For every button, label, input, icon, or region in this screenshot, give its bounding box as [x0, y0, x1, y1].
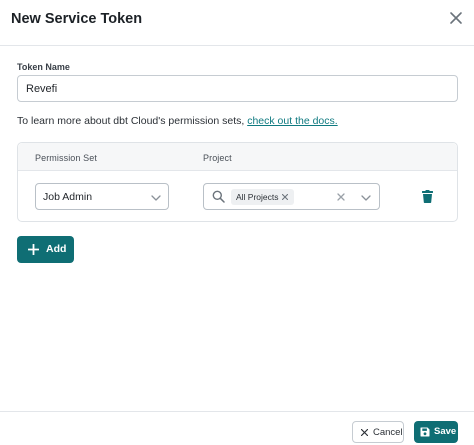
permission-set-value: Job Admin: [43, 191, 93, 203]
add-permission-button[interactable]: Add: [17, 236, 74, 263]
modal-header: New Service Token: [0, 0, 474, 46]
permission-table-header: Permission Set Project: [18, 143, 457, 171]
new-service-token-modal: New Service Token Token Name To learn mo…: [0, 0, 474, 445]
modal-footer: Cancel Save: [0, 411, 474, 445]
docs-help-text: To learn more about dbt Cloud's permissi…: [17, 115, 338, 127]
add-button-label: Add: [46, 243, 67, 255]
project-chip-label: All Projects: [236, 192, 279, 202]
cancel-button-label: Cancel: [373, 427, 403, 438]
permission-set-select[interactable]: Job Admin: [35, 183, 169, 210]
save-icon: [420, 427, 430, 437]
column-header-project: Project: [203, 153, 232, 163]
save-button[interactable]: Save: [414, 421, 458, 443]
permission-table: Permission Set Project Job Admin All Pro…: [17, 142, 458, 222]
search-icon: [212, 190, 225, 203]
trash-icon[interactable]: [422, 190, 433, 203]
token-name-input[interactable]: [17, 75, 458, 102]
project-select[interactable]: All Projects: [203, 183, 380, 210]
clear-icon[interactable]: [337, 193, 345, 201]
token-name-label: Token Name: [17, 62, 70, 72]
close-icon[interactable]: [449, 11, 463, 25]
modal-title: New Service Token: [11, 11, 143, 27]
docs-help-prefix: To learn more about dbt Cloud's permissi…: [17, 115, 248, 127]
remove-chip-icon[interactable]: [282, 194, 288, 200]
plus-icon: [28, 244, 39, 255]
project-chip: All Projects: [231, 189, 294, 205]
cancel-button[interactable]: Cancel: [352, 421, 404, 443]
column-header-permission-set: Permission Set: [35, 153, 97, 163]
close-icon: [361, 429, 368, 436]
save-button-label: Save: [434, 426, 457, 437]
chevron-down-icon: [361, 195, 371, 201]
docs-link[interactable]: check out the docs.: [247, 115, 337, 127]
chevron-down-icon: [151, 195, 161, 201]
